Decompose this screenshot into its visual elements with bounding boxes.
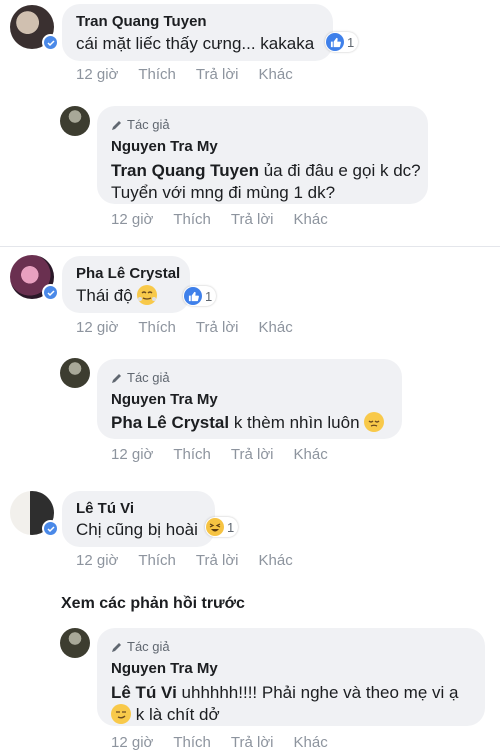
reply-body: uhhhhh!!!! Phải nghe và theo mẹ vi ạ bbox=[176, 683, 459, 702]
reply-text-line2: k là chít dở bbox=[111, 704, 220, 726]
reaction-number: 1 bbox=[205, 288, 213, 304]
like-link[interactable]: Thích bbox=[173, 446, 211, 463]
reply-link[interactable]: Trả lời bbox=[231, 734, 274, 751]
verified-badge-icon bbox=[42, 34, 59, 51]
commenter-name[interactable]: Tran Quang Tuyen bbox=[76, 13, 207, 30]
timestamp[interactable]: 12 giờ bbox=[76, 552, 118, 569]
pencil-icon bbox=[112, 120, 121, 130]
reply-body: k thèm nhìn luôn bbox=[229, 413, 360, 432]
author-label: Tác giả bbox=[127, 639, 170, 654]
commenter-name[interactable]: Pha Lê Crystal bbox=[76, 265, 180, 282]
like-reaction-icon bbox=[326, 33, 344, 51]
timestamp[interactable]: 12 giờ bbox=[76, 319, 118, 336]
reply-text: Lê Tú Vi uhhhhh!!!! Phải nghe và theo mẹ… bbox=[111, 682, 458, 704]
reply-bubble: Tác giả Nguyen Tra My Tran Quang Tuyen ủ… bbox=[97, 106, 428, 204]
more-link[interactable]: Khác bbox=[259, 552, 293, 569]
tagged-user[interactable]: Lê Tú Vi bbox=[111, 683, 177, 702]
reply-body-line2: k là chít dở bbox=[131, 705, 220, 724]
reaction-count[interactable]: 1 bbox=[205, 517, 239, 537]
comment-bubble: Pha Lê Crystal Thái độ bbox=[62, 256, 190, 313]
like-link[interactable]: Thích bbox=[138, 552, 176, 569]
more-link[interactable]: Khác bbox=[259, 319, 293, 336]
comment-actions: 12 giờ Thích Trả lời Khác bbox=[76, 66, 313, 83]
avatar[interactable] bbox=[60, 106, 90, 136]
reply-actions: 12 giờ Thích Trả lời Khác bbox=[111, 211, 348, 228]
comment-body: Thái độ bbox=[76, 286, 133, 305]
reply-bubble: Tác giả Nguyen Tra My Pha Lê Crystal k t… bbox=[97, 359, 402, 439]
reply-author-name[interactable]: Nguyen Tra My bbox=[111, 138, 218, 155]
commenter-name[interactable]: Lê Tú Vi bbox=[76, 500, 134, 517]
reply-text: Pha Lê Crystal k thèm nhìn luôn bbox=[111, 412, 384, 434]
reply-actions: 12 giờ Thích Trả lời Khác bbox=[111, 734, 348, 751]
smirk-face-emoji-icon bbox=[111, 704, 131, 724]
comment-text: Thái độ bbox=[76, 285, 157, 307]
avatar[interactable] bbox=[60, 358, 90, 388]
verified-badge-icon bbox=[42, 284, 59, 301]
reply-link[interactable]: Trả lời bbox=[196, 319, 239, 336]
more-link[interactable]: Khác bbox=[294, 211, 328, 228]
author-label: Tác giả bbox=[127, 117, 170, 132]
reply-link[interactable]: Trả lời bbox=[231, 446, 274, 463]
reaction-count[interactable]: 1 bbox=[325, 32, 359, 52]
reaction-count[interactable]: 1 bbox=[183, 286, 217, 306]
more-link[interactable]: Khác bbox=[259, 66, 293, 83]
like-reaction-icon bbox=[184, 287, 202, 305]
pencil-icon bbox=[112, 373, 121, 383]
reply-author-name[interactable]: Nguyen Tra My bbox=[111, 391, 218, 408]
reply-bubble: Tác giả Nguyen Tra My Lê Tú Vi uhhhhh!!!… bbox=[97, 628, 485, 726]
like-link[interactable]: Thích bbox=[173, 211, 211, 228]
timestamp[interactable]: 12 giờ bbox=[76, 66, 118, 83]
tagged-user[interactable]: Tran Quang Tuyen bbox=[111, 161, 259, 180]
like-link[interactable]: Thích bbox=[138, 66, 176, 83]
reaction-number: 1 bbox=[227, 519, 235, 535]
comment-bubble: Lê Tú Vi Chị cũng bị hoài bbox=[62, 491, 215, 547]
pensive-face-emoji-icon bbox=[363, 412, 384, 432]
comment-bubble: Tran Quang Tuyen cái mặt liếc thấy cưng.… bbox=[62, 4, 333, 61]
pencil-icon bbox=[112, 642, 121, 652]
comment-actions: 12 giờ Thích Trả lời Khác bbox=[76, 552, 313, 569]
author-badge: Tác giả bbox=[111, 370, 170, 385]
timestamp[interactable]: 12 giờ bbox=[111, 211, 153, 228]
divider bbox=[0, 246, 500, 247]
author-label: Tác giả bbox=[127, 370, 170, 385]
reply-link[interactable]: Trả lời bbox=[231, 211, 274, 228]
like-link[interactable]: Thích bbox=[138, 319, 176, 336]
comment-text: Chị cũng bị hoài bbox=[76, 520, 198, 539]
haha-reaction-icon bbox=[206, 518, 224, 536]
like-link[interactable]: Thích bbox=[173, 734, 211, 751]
comment-text: cái mặt liếc thấy cưng... kakaka bbox=[76, 34, 315, 53]
author-badge: Tác giả bbox=[111, 639, 170, 654]
reply-actions: 12 giờ Thích Trả lời Khác bbox=[111, 446, 348, 463]
reply-author-name[interactable]: Nguyen Tra My bbox=[111, 660, 218, 677]
reply-link[interactable]: Trả lời bbox=[196, 66, 239, 83]
timestamp[interactable]: 12 giờ bbox=[111, 446, 153, 463]
author-badge: Tác giả bbox=[111, 117, 170, 132]
reply-link[interactable]: Trả lời bbox=[196, 552, 239, 569]
view-previous-replies-link[interactable]: Xem các phản hồi trước bbox=[61, 595, 245, 613]
reply-text: Tran Quang Tuyen ủa đi đâu e gọi k dc? T… bbox=[111, 160, 421, 204]
reaction-number: 1 bbox=[347, 34, 355, 50]
steam-face-emoji-icon bbox=[136, 285, 157, 305]
more-link[interactable]: Khác bbox=[294, 446, 328, 463]
more-link[interactable]: Khác bbox=[294, 734, 328, 751]
tagged-user[interactable]: Pha Lê Crystal bbox=[111, 413, 229, 432]
timestamp[interactable]: 12 giờ bbox=[111, 734, 153, 751]
verified-badge-icon bbox=[42, 520, 59, 537]
comment-actions: 12 giờ Thích Trả lời Khác bbox=[76, 319, 313, 336]
avatar[interactable] bbox=[60, 628, 90, 658]
